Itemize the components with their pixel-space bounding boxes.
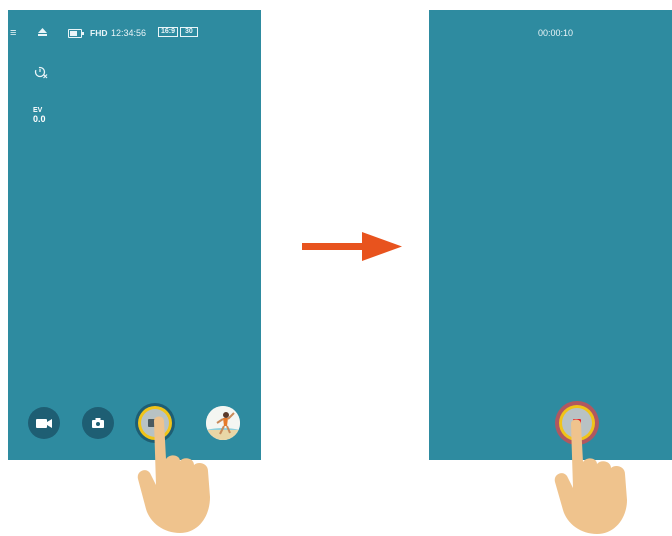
eject-icon[interactable]: [38, 28, 47, 38]
video-mode-button[interactable]: [28, 407, 60, 439]
camera-screen-before: ≡ FHD 12:34:56 16:9 30 EV 0.0: [8, 10, 261, 460]
aspect-ratio-badge: 16:9: [158, 27, 179, 37]
clock-label: 12:34:56: [111, 28, 147, 38]
arrow-right-icon: [302, 232, 402, 261]
photo-mode-button[interactable]: [82, 407, 114, 439]
status-bar: ≡ FHD 12:34:56 16:9 30: [8, 27, 261, 41]
frame-rate-badge: 30: [180, 27, 198, 37]
timer-off-icon[interactable]: [34, 65, 48, 84]
battery-icon: [68, 29, 84, 38]
exposure-value[interactable]: EV 0.0: [33, 106, 46, 124]
menu-icon[interactable]: ≡: [10, 27, 16, 39]
resolution-label: FHD: [90, 28, 108, 38]
tapping-hand-icon: [137, 416, 210, 533]
camera-screen-recording: 00:00:10: [429, 10, 672, 460]
video-camera-icon: [36, 418, 52, 428]
ev-value: 0.0: [33, 114, 46, 124]
camera-icon: [92, 418, 104, 428]
tapping-hand-icon: [554, 419, 627, 534]
recording-timer: 00:00:10: [537, 28, 574, 38]
